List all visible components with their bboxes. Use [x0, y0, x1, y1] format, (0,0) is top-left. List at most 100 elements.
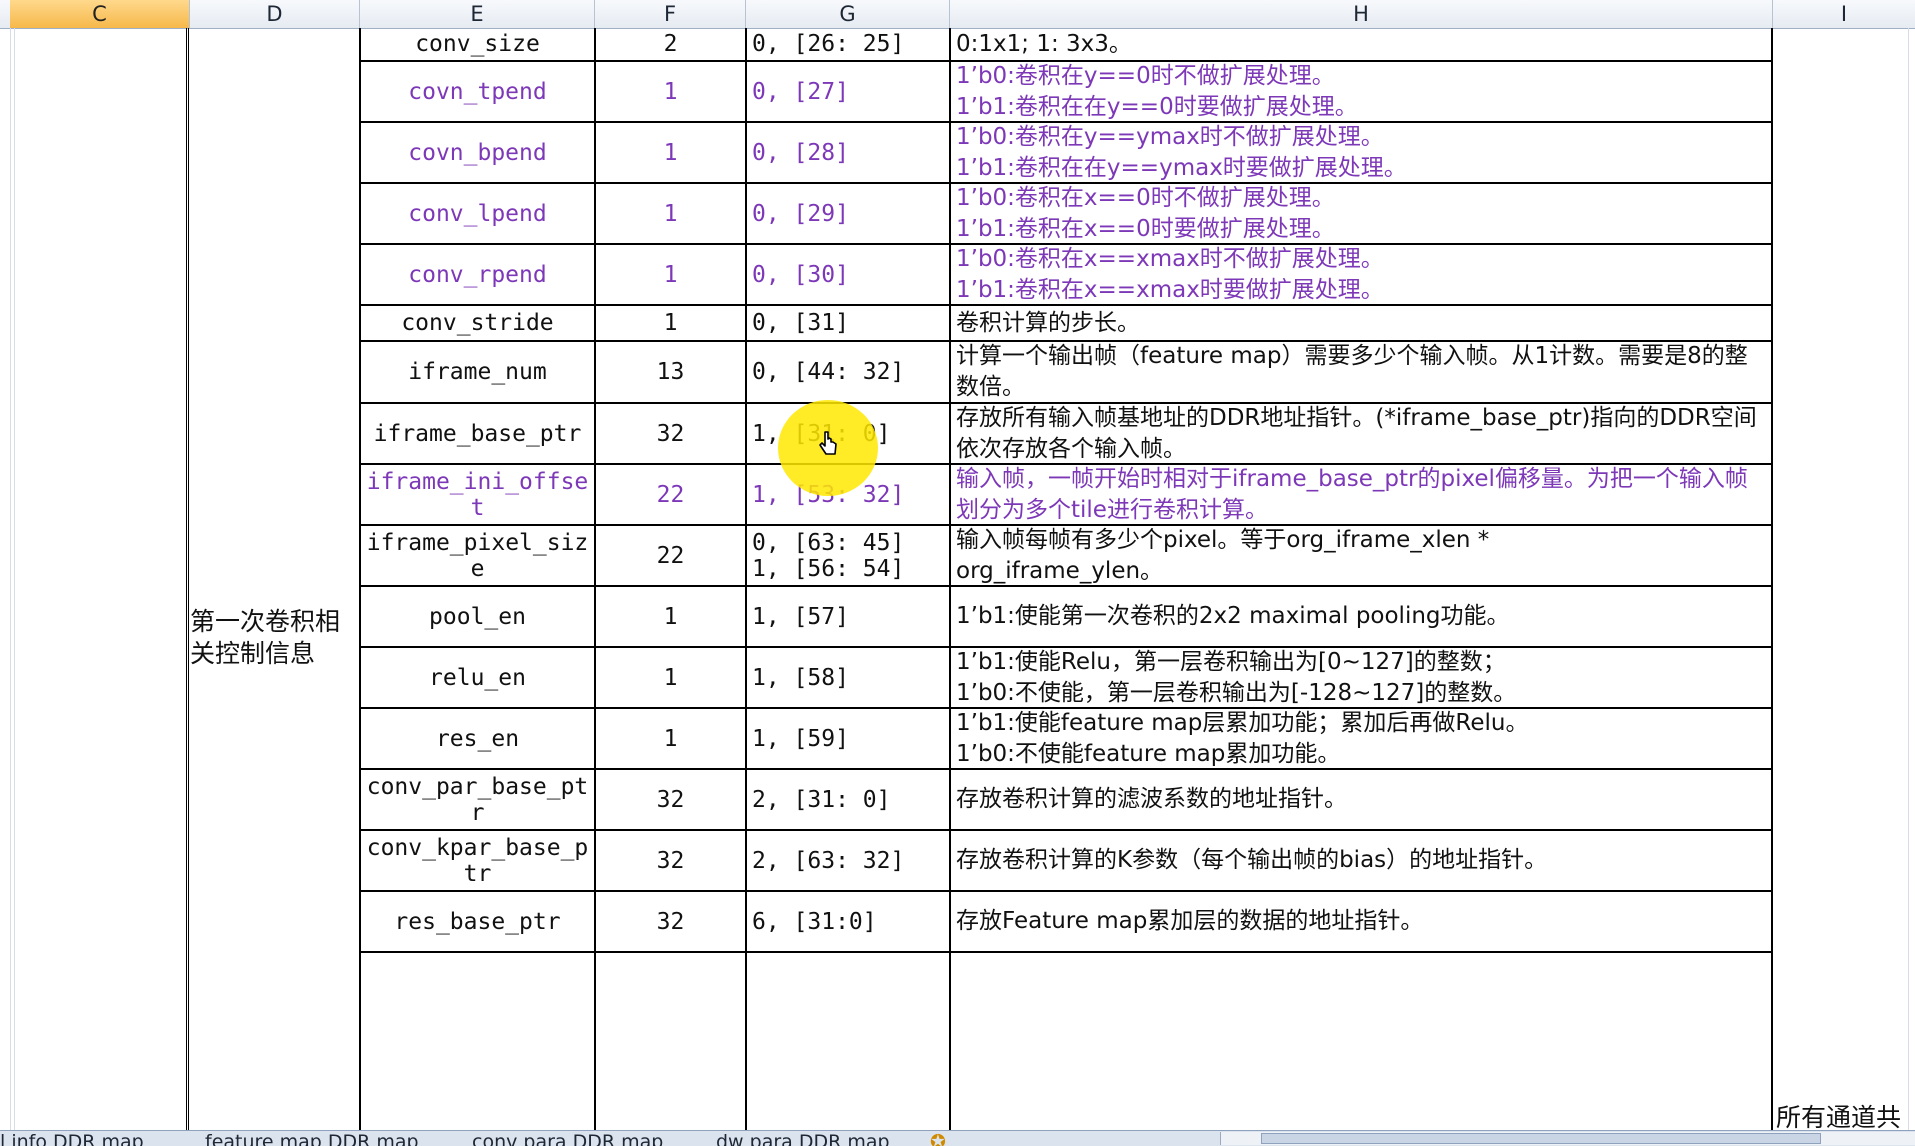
table-row: conv_rpend 1 0, [30] 1’b0:卷积在x==xmax时不做扩展处理… — [360, 245, 1773, 306]
description-cell[interactable]: 存放所有输入帧基地址的DDR地址指针。(*iframe_base_ptr)指向的… — [950, 404, 1773, 463]
bit-position-cell[interactable]: 0, [63: 45] 1, [56: 54] — [746, 526, 950, 585]
column-header-c[interactable]: C — [10, 0, 190, 28]
table-row: conv_lpend 1 0, [29] 1’b0:卷积在x==0时不做扩展处理。 1… — [360, 184, 1773, 245]
bit-width-cell[interactable]: 32 — [595, 404, 746, 463]
field-name-cell[interactable]: relu_en — [360, 648, 595, 707]
description-cell[interactable]: 输入帧，一帧开始时相对于iframe_base_ptr的pixel偏移量。为把一… — [950, 465, 1773, 524]
field-name-cell[interactable]: conv_size — [360, 28, 595, 60]
bit-width-cell[interactable]: 32 — [595, 770, 746, 829]
bit-position-cell[interactable]: 0, [31] — [746, 306, 950, 340]
description-cell[interactable]: 存放卷积计算的K参数（每个输出帧的bias）的地址指针。 — [950, 831, 1773, 890]
table-row: covn_tpend 1 0, [27] 1’b0:卷积在y==0时不做扩展处理。 1… — [360, 62, 1773, 123]
table-row: iframe_base_ptr321, [31: 0]存放所有输入帧基地址的DD… — [360, 404, 1773, 465]
table-row: res_en 1 1, [59] 1’b1:使能feature map层累加功能；累加… — [360, 709, 1773, 770]
bit-width-cell[interactable]: 32 — [595, 831, 746, 890]
bit-position-cell[interactable]: 1, [58] — [746, 648, 950, 707]
field-name-cell[interactable]: res_en — [360, 709, 595, 768]
field-name-cell[interactable]: conv_rpend — [360, 245, 595, 304]
bit-width-cell[interactable]: 1 — [595, 648, 746, 707]
table-row: pool_en 1 1, [57] 1’b1:使能第一次卷积的2x2 maximal … — [360, 587, 1773, 648]
field-name-cell[interactable]: conv_stride — [360, 306, 595, 340]
description-cell[interactable]: 1’b1:使能第一次卷积的2x2 maximal pooling功能。 — [950, 587, 1773, 646]
field-name-cell[interactable]: iframe_base_ptr — [360, 404, 595, 463]
description-cell[interactable]: 输入帧每帧有多少个pixel。等于org_iframe_xlen * org_i… — [950, 526, 1773, 585]
table-row: conv_par_base_ptr 32 2, [31: 0] 存放卷积计算的滤波系数… — [360, 770, 1773, 831]
description-cell[interactable]: 卷积计算的步长。 — [950, 306, 1773, 340]
sheet-tab[interactable]: feature map DDR map — [205, 1131, 419, 1146]
table-row: iframe_pixel_size 22 0, [63: 45] 1, [56: 5… — [360, 526, 1773, 587]
bit-position-cell[interactable]: 0, [30] — [746, 245, 950, 304]
bit-position-cell[interactable]: 2, [31: 0] — [746, 770, 950, 829]
cell-border — [186, 28, 189, 1130]
column-i-note-cell[interactable]: 所有通道共 — [1776, 1098, 1901, 1130]
column-header-e[interactable]: E — [360, 0, 595, 28]
description-cell[interactable]: 1’b1:使能Relu，第一层卷积输出为[0~127]的整数； 1’b0:不使能… — [950, 648, 1773, 707]
table-row: iframe_ini_offset221, [53: 32]输入帧，一帧开始时相… — [360, 465, 1773, 526]
horizontal-scrollbar[interactable] — [1220, 1132, 1915, 1145]
description-cell[interactable]: 0:1x1; 1: 3x3。 — [950, 28, 1773, 60]
hand-cursor-icon — [819, 431, 837, 455]
description-cell[interactable]: 1’b0:卷积在y==0时不做扩展处理。 1’b1:卷积在在y==0时要做扩展处… — [950, 62, 1773, 121]
scrollbar-thumb[interactable] — [1261, 1133, 1821, 1144]
field-name-cell[interactable]: conv_kpar_base_ptr — [360, 831, 595, 890]
description-cell[interactable]: 1’b0:卷积在x==0时不做扩展处理。 1’b1:卷积在x==0时要做扩展处理… — [950, 184, 1773, 243]
column-header-d[interactable]: D — [190, 0, 360, 28]
table-row: res_base_ptr 32 6, [31:0] 存放Feature map累加层的… — [360, 892, 1773, 953]
field-name-cell[interactable]: conv_par_base_ptr — [360, 770, 595, 829]
bit-width-cell[interactable]: 22 — [595, 465, 746, 524]
spreadsheet-grid[interactable]: conv_size 2 0, [26: 25] 0:1x1; 1: 3x3。 covn_… — [0, 28, 1915, 1130]
field-name-cell[interactable]: pool_en — [360, 587, 595, 646]
sheet-tab[interactable]: dw para DDR map — [716, 1131, 890, 1146]
column-header-bar: C D E F G H I — [0, 0, 1915, 29]
field-name-cell[interactable]: res_base_ptr — [360, 892, 595, 951]
bit-width-cell[interactable]: 1 — [595, 123, 746, 182]
field-name-cell[interactable]: iframe_num — [360, 342, 595, 402]
bit-position-cell[interactable]: 2, [63: 32] — [746, 831, 950, 890]
sheet-tab[interactable]: conv para DDR map — [472, 1131, 663, 1146]
bit-position-cell[interactable]: 6, [31:0] — [746, 892, 950, 951]
bit-position-cell[interactable]: 0, [26: 25] — [746, 28, 950, 60]
gridline — [14, 28, 15, 1130]
column-header-f[interactable]: F — [595, 0, 746, 28]
description-cell[interactable]: 计算一个输出帧（feature map）需要多少个输入帧。从1计数。需要是8的整… — [950, 342, 1773, 402]
bit-width-cell[interactable]: 13 — [595, 342, 746, 402]
table-row: conv_stride 1 0, [31] 卷积计算的步长。 — [360, 306, 1773, 342]
bit-width-cell[interactable]: 1 — [595, 184, 746, 243]
field-name-cell[interactable]: iframe_pixel_size — [360, 526, 595, 585]
bit-width-cell[interactable]: 1 — [595, 245, 746, 304]
table-row: conv_kpar_base_ptr 32 2, [63: 32] 存放卷积计算的K参… — [360, 831, 1773, 892]
bit-width-cell[interactable]: 1 — [595, 587, 746, 646]
bit-width-cell[interactable]: 1 — [595, 62, 746, 121]
bit-position-cell[interactable]: 0, [28] — [746, 123, 950, 182]
bit-position-cell[interactable]: 1, [57] — [746, 587, 950, 646]
bit-position-cell[interactable]: 0, [29] — [746, 184, 950, 243]
sheet-tab[interactable]: l info DDR map — [0, 1131, 144, 1146]
table-row: iframe_num 13 0, [44: 32] 计算一个输出帧（feature m… — [360, 342, 1773, 404]
description-cell[interactable]: 1’b0:卷积在x==xmax时不做扩展处理。 1’b1:卷积在x==xmax时… — [950, 245, 1773, 304]
bit-width-cell[interactable]: 1 — [595, 306, 746, 340]
section-label-cell[interactable]: 第一次卷积相关控制信息 — [190, 606, 360, 670]
description-cell[interactable]: 存放卷积计算的滤波系数的地址指针。 — [950, 770, 1773, 829]
bit-width-cell[interactable]: 22 — [595, 526, 746, 585]
bit-position-cell[interactable]: 1, [59] — [746, 709, 950, 768]
new-sheet-icon[interactable]: ✪ — [930, 1131, 946, 1146]
table-row: conv_size 2 0, [26: 25] 0:1x1; 1: 3x3。 — [360, 28, 1773, 62]
field-name-cell[interactable]: covn_bpend — [360, 123, 595, 182]
description-cell[interactable]: 1’b1:使能feature map层累加功能；累加后再做Relu。 1’b0:… — [950, 709, 1773, 768]
column-header-i[interactable]: I — [1773, 0, 1915, 28]
gridline — [1908, 28, 1909, 1130]
bit-width-cell[interactable]: 1 — [595, 709, 746, 768]
bit-position-cell[interactable]: 0, [27] — [746, 62, 950, 121]
description-cell[interactable]: 1’b0:卷积在y==ymax时不做扩展处理。 1’b1:卷积在在y==ymax… — [950, 123, 1773, 182]
field-name-cell[interactable]: iframe_ini_offset — [360, 465, 595, 524]
bit-width-cell[interactable]: 2 — [595, 28, 746, 60]
description-cell[interactable]: 存放Feature map累加层的数据的地址指针。 — [950, 892, 1773, 951]
bit-width-cell[interactable]: 32 — [595, 892, 746, 951]
gridline — [10, 28, 11, 1130]
bit-position-cell[interactable]: 0, [44: 32] — [746, 342, 950, 402]
field-name-cell[interactable]: conv_lpend — [360, 184, 595, 243]
field-name-cell[interactable]: covn_tpend — [360, 62, 595, 121]
column-header-h[interactable]: H — [950, 0, 1773, 28]
column-header-g[interactable]: G — [746, 0, 950, 28]
table-row: covn_bpend 1 0, [28] 1’b0:卷积在y==ymax时不做扩展处理… — [360, 123, 1773, 184]
